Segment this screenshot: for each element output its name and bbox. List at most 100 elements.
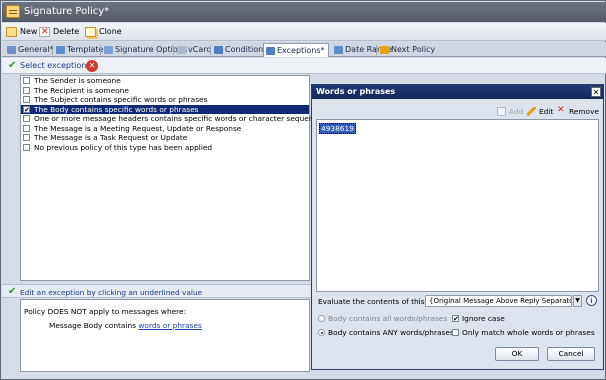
checkbox[interactable] — [452, 329, 459, 336]
exception-label: No previous policy of this type has been… — [34, 142, 213, 152]
tab-vcard-label: vCard — [188, 45, 212, 54]
tab-general[interactable]: General* — [5, 43, 54, 57]
checkbox[interactable]: ✔ — [452, 315, 459, 323]
clear-exceptions-icon[interactable]: ✕ — [86, 60, 98, 72]
cancel-button[interactable]: Cancel — [547, 347, 595, 361]
tab-general-label: General* — [18, 45, 54, 54]
exception-item-no-previous[interactable]: No previous policy of this type has been… — [21, 143, 309, 153]
calendar-icon — [334, 46, 343, 54]
exception-label: One or more message headers contains spe… — [34, 114, 326, 123]
remove-button[interactable]: Remove — [557, 105, 599, 117]
words-textarea[interactable]: 4938619 — [316, 119, 599, 292]
toolbar: New Delete Clone — [2, 23, 606, 41]
exception-item-task[interactable]: The Message is a Task Request or Update — [21, 133, 309, 143]
exception-label: The Body contains specific words or phra… — [34, 104, 199, 114]
exception-item-headers[interactable]: One or more message headers contains spe… — [21, 114, 326, 124]
delete-label: Delete — [53, 27, 80, 36]
tab-vcard[interactable]: vCard — [175, 43, 211, 57]
tab-divider — [100, 45, 101, 55]
tab-template[interactable]: Template — [54, 43, 104, 57]
tab-exceptions[interactable]: Exceptions* — [263, 43, 329, 57]
edit-exception-label: Edit an exception by clicking an underli… — [20, 288, 203, 297]
radio-all-words[interactable]: Body contains all words/phrases — [318, 314, 447, 323]
edit-label: Edit — [539, 107, 554, 116]
policy-condition-text: Message Body contains — [49, 321, 139, 330]
add-label: Add — [509, 107, 524, 116]
tab-divider — [376, 45, 377, 55]
whole-words-checkbox[interactable]: Only match whole words or phrases — [452, 328, 595, 337]
delete-button[interactable]: Delete — [39, 25, 79, 39]
clone-button[interactable]: Clone — [85, 25, 122, 39]
template-icon — [56, 46, 65, 54]
tab-divider — [210, 45, 211, 55]
exception-item-recipient[interactable]: The Recipient is someone — [21, 86, 309, 96]
edit-button[interactable]: Edit — [527, 106, 553, 117]
remove-label: Remove — [569, 107, 599, 116]
new-button[interactable]: New — [6, 25, 37, 39]
radio-any-label: Body contains ANY words/phrases — [328, 328, 454, 337]
dialog-title: Words or phrases — [316, 87, 396, 96]
tab-divider — [173, 45, 174, 55]
checkmark-icon: ✔ — [8, 60, 17, 71]
delete-icon — [39, 25, 50, 39]
new-label: New — [20, 27, 38, 36]
general-icon — [7, 46, 16, 54]
ok-button[interactable]: OK — [495, 347, 539, 361]
tab-next-policy-label: Next Policy — [391, 45, 436, 54]
tab-conditions-label: Conditions — [225, 45, 268, 54]
exception-checkbox[interactable] — [23, 143, 30, 151]
clone-label: Clone — [99, 27, 122, 36]
radio-button[interactable] — [318, 315, 325, 322]
word-entry[interactable]: 4938619 — [319, 123, 356, 134]
policy-description-line: Policy DOES NOT apply to messages where: — [24, 307, 187, 316]
info-icon[interactable]: i — [586, 295, 597, 306]
evaluate-field-select[interactable]: {Original Message Above Reply Separator} — [425, 295, 572, 307]
exception-checkbox[interactable] — [23, 124, 30, 132]
window-title: Signature Policy* — [24, 6, 110, 17]
signature-options-icon — [104, 46, 113, 54]
whole-words-label: Only match whole words or phrases — [462, 328, 595, 337]
tab-divider — [52, 45, 53, 55]
radio-button[interactable] — [318, 329, 325, 336]
exception-item-subject[interactable]: The Subject contains specific words or p… — [21, 95, 309, 105]
add-button[interactable]: Add — [497, 106, 523, 117]
exception-item-sender[interactable]: The Sender is someone — [21, 76, 309, 86]
tab-next-policy[interactable]: Next Policy — [378, 43, 435, 57]
radio-all-label: Body contains all words/phrases — [328, 314, 448, 323]
remove-icon — [557, 105, 566, 116]
exception-label: The Sender is someone — [34, 76, 121, 85]
ignore-case-label: Ignore case — [462, 314, 505, 323]
add-icon — [497, 107, 506, 116]
edit-exception-bar: ✔ Edit an exception by clicking an under… — [2, 284, 311, 298]
next-policy-icon — [380, 46, 389, 54]
dialog-title-bar: Words or phrases ✕ — [312, 85, 603, 99]
exception-checkbox[interactable] — [23, 134, 30, 141]
vcard-icon — [177, 46, 186, 54]
tab-bar: General* Template Signature Options vCar… — [2, 42, 606, 57]
exception-checkbox[interactable] — [23, 77, 30, 84]
policy-description: Policy DOES NOT apply to messages where:… — [20, 299, 310, 372]
window-frame: Signature Policy* New Delete Clone Gener… — [0, 0, 606, 380]
words-or-phrases-link[interactable]: words or phrases — [138, 321, 201, 330]
exception-item-meeting[interactable]: The Message is a Meeting Request, Update… — [21, 124, 309, 134]
conditions-icon — [214, 46, 223, 54]
exceptions-icon — [266, 47, 275, 55]
ignore-case-checkbox[interactable]: ✔ Ignore case — [452, 314, 505, 323]
signature-icon — [6, 5, 20, 18]
tab-template-label: Template — [67, 45, 104, 54]
tab-conditions[interactable]: Conditions — [212, 43, 267, 57]
policy-condition-line: Message Body contains words or phrases — [49, 321, 202, 330]
exception-label: The Message is a Task Request or Update — [34, 133, 188, 142]
exceptions-list: The Sender is someone The Recipient is s… — [20, 75, 326, 281]
close-icon[interactable]: ✕ — [591, 87, 601, 97]
chevron-down-icon[interactable]: ▼ — [573, 295, 582, 307]
exception-item-body[interactable]: ✔ The Body contains specific words or ph… — [21, 104, 309, 114]
exception-label: The Recipient is someone — [34, 85, 129, 95]
new-icon — [6, 27, 17, 37]
exception-checkbox[interactable] — [23, 86, 30, 94]
radio-any-words[interactable]: Body contains ANY words/phrases — [318, 328, 454, 337]
exception-checkbox[interactable] — [23, 115, 30, 122]
exception-checkbox[interactable]: ✔ — [23, 105, 30, 113]
exception-checkbox[interactable] — [23, 96, 30, 103]
pencil-icon — [527, 107, 536, 116]
